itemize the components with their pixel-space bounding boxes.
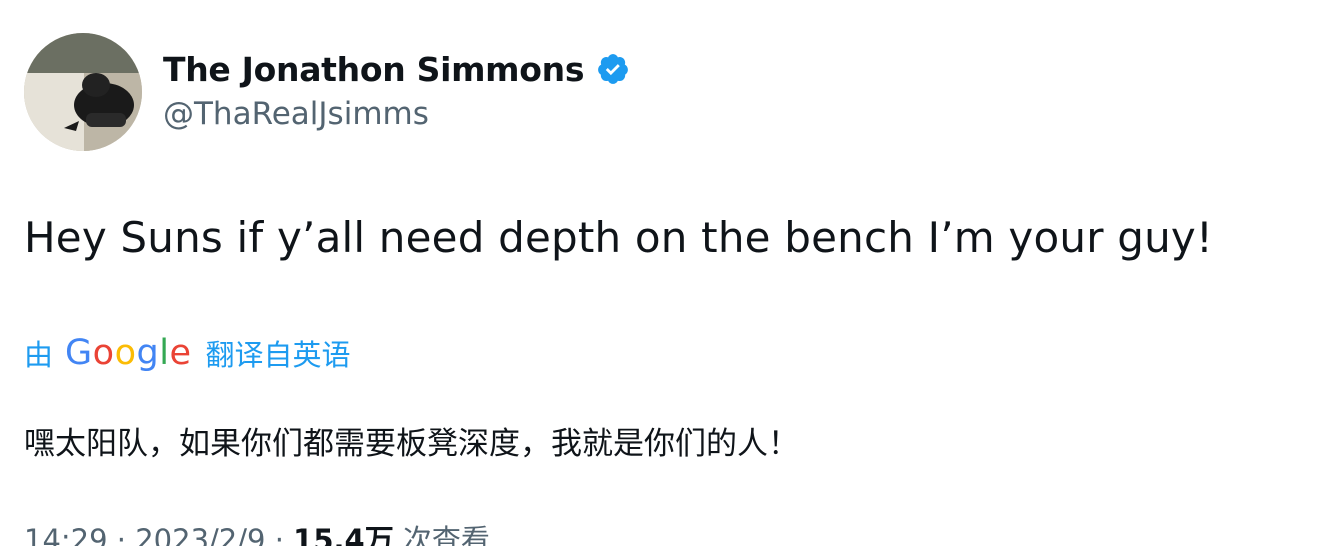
views-label: 次查看 [393,523,490,546]
avatar[interactable] [24,33,142,151]
author-name-row: The Jonathon Simmons [163,46,630,92]
author-handle[interactable]: @ThaRealJsimms [163,96,429,132]
meta-separator: · [265,523,294,546]
views-count: 15.4万 [293,523,394,546]
tweet-date[interactable]: 2023/2/9 [135,523,265,546]
translated-tweet-text: 嘿太阳队，如果你们都需要板凳深度，我就是你们的人！ [24,426,799,462]
translated-by-label: 由 [24,338,54,372]
verified-badge-icon [596,52,630,86]
google-logo: Google [65,333,192,373]
tweet-card: The Jonathon Simmons @ThaRealJsimms Hey … [0,0,1320,546]
translation-attribution[interactable]: 由 Google 翻译自英语 [24,330,351,376]
tweet-time[interactable]: 14:29 [24,523,108,546]
tweet-meta: 14:29 · 2023/2/9 · 15.4万 次查看 [24,517,490,546]
avatar-photo [24,33,142,151]
meta-separator: · [107,523,136,546]
tweet-text: Hey Suns if y’all need depth on the benc… [24,213,1213,262]
author-display-name[interactable]: The Jonathon Simmons [163,50,584,89]
translated-from-label: 翻译自英语 [205,338,351,372]
